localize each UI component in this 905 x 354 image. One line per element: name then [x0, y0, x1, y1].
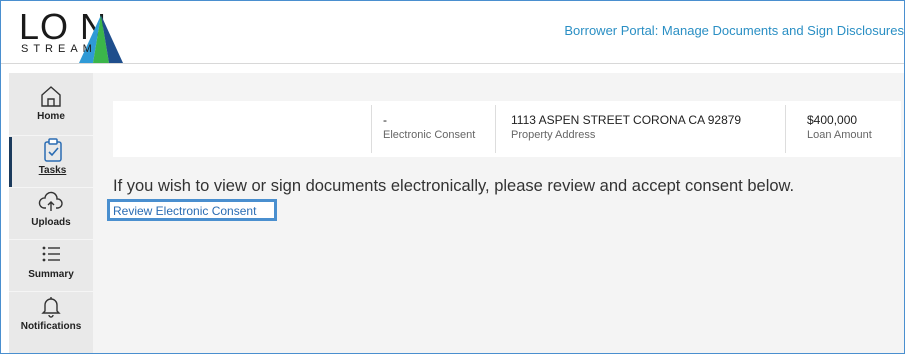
info-divider	[785, 105, 786, 153]
review-electronic-consent-link[interactable]: Review Electronic Consent	[107, 199, 277, 221]
property-address-label: Property Address	[511, 129, 596, 141]
sidebar-item-label: Notifications	[20, 321, 82, 332]
consent-status-value: -	[383, 113, 387, 127]
logo-mountain-mark	[79, 15, 123, 63]
sidebar-item-label: Home	[37, 111, 65, 122]
property-address-value: 1113 ASPEN STREET CORONA CA 92879	[511, 113, 742, 127]
portal-title: Borrower Portal: Manage Documents and Si…	[564, 23, 904, 38]
sidebar-item-summary[interactable]: Summary	[9, 241, 93, 291]
app-frame: LO N STREAM Borrower Portal: Manage Docu…	[0, 0, 905, 354]
logo-subtext: STREAM	[21, 43, 97, 55]
consent-status-cell: - Electronic Consent	[383, 101, 498, 157]
bell-icon	[41, 297, 61, 318]
sidebar-item-notifications[interactable]: Notifications	[9, 293, 93, 343]
sidebar-item-label: Uploads	[31, 217, 71, 228]
info-divider	[495, 105, 496, 153]
sidebar: Home Tasks Uploads Summary Notifications	[9, 73, 93, 353]
nav-divider	[9, 291, 93, 292]
loan-amount-cell: $400,000 Loan Amount	[807, 101, 897, 157]
header: LO N STREAM Borrower Portal: Manage Docu…	[1, 1, 904, 63]
sidebar-item-label: Tasks	[38, 165, 67, 176]
loan-info-bar: - Electronic Consent 1113 ASPEN STREET C…	[113, 101, 901, 157]
nav-divider	[9, 239, 93, 240]
property-address-cell: 1113 ASPEN STREET CORONA CA 92879 Proper…	[511, 101, 781, 157]
sidebar-item-uploads[interactable]: Uploads	[9, 189, 93, 239]
header-divider	[1, 63, 904, 64]
nav-divider	[9, 187, 93, 188]
cloud-upload-icon	[38, 191, 63, 211]
loan-amount-value: $400,000	[807, 113, 858, 127]
main-content: - Electronic Consent 1113 ASPEN STREET C…	[93, 73, 904, 353]
tasks-clipboard-icon	[43, 138, 62, 162]
sidebar-item-home[interactable]: Home	[9, 83, 93, 133]
consent-instruction-text: If you wish to view or sign documents el…	[113, 177, 795, 195]
consent-status-label: Electronic Consent	[383, 129, 476, 141]
sidebar-item-tasks[interactable]: Tasks	[9, 137, 93, 187]
nav-divider	[9, 135, 93, 136]
list-icon	[42, 246, 60, 262]
sidebar-item-label: Summary	[28, 269, 74, 280]
home-icon	[41, 86, 61, 107]
loanstream-logo[interactable]: LO N STREAM	[19, 9, 149, 63]
loan-amount-label: Loan Amount	[807, 129, 872, 141]
consent-link-label: Review Electronic Consent	[113, 204, 257, 218]
info-divider	[371, 105, 372, 153]
